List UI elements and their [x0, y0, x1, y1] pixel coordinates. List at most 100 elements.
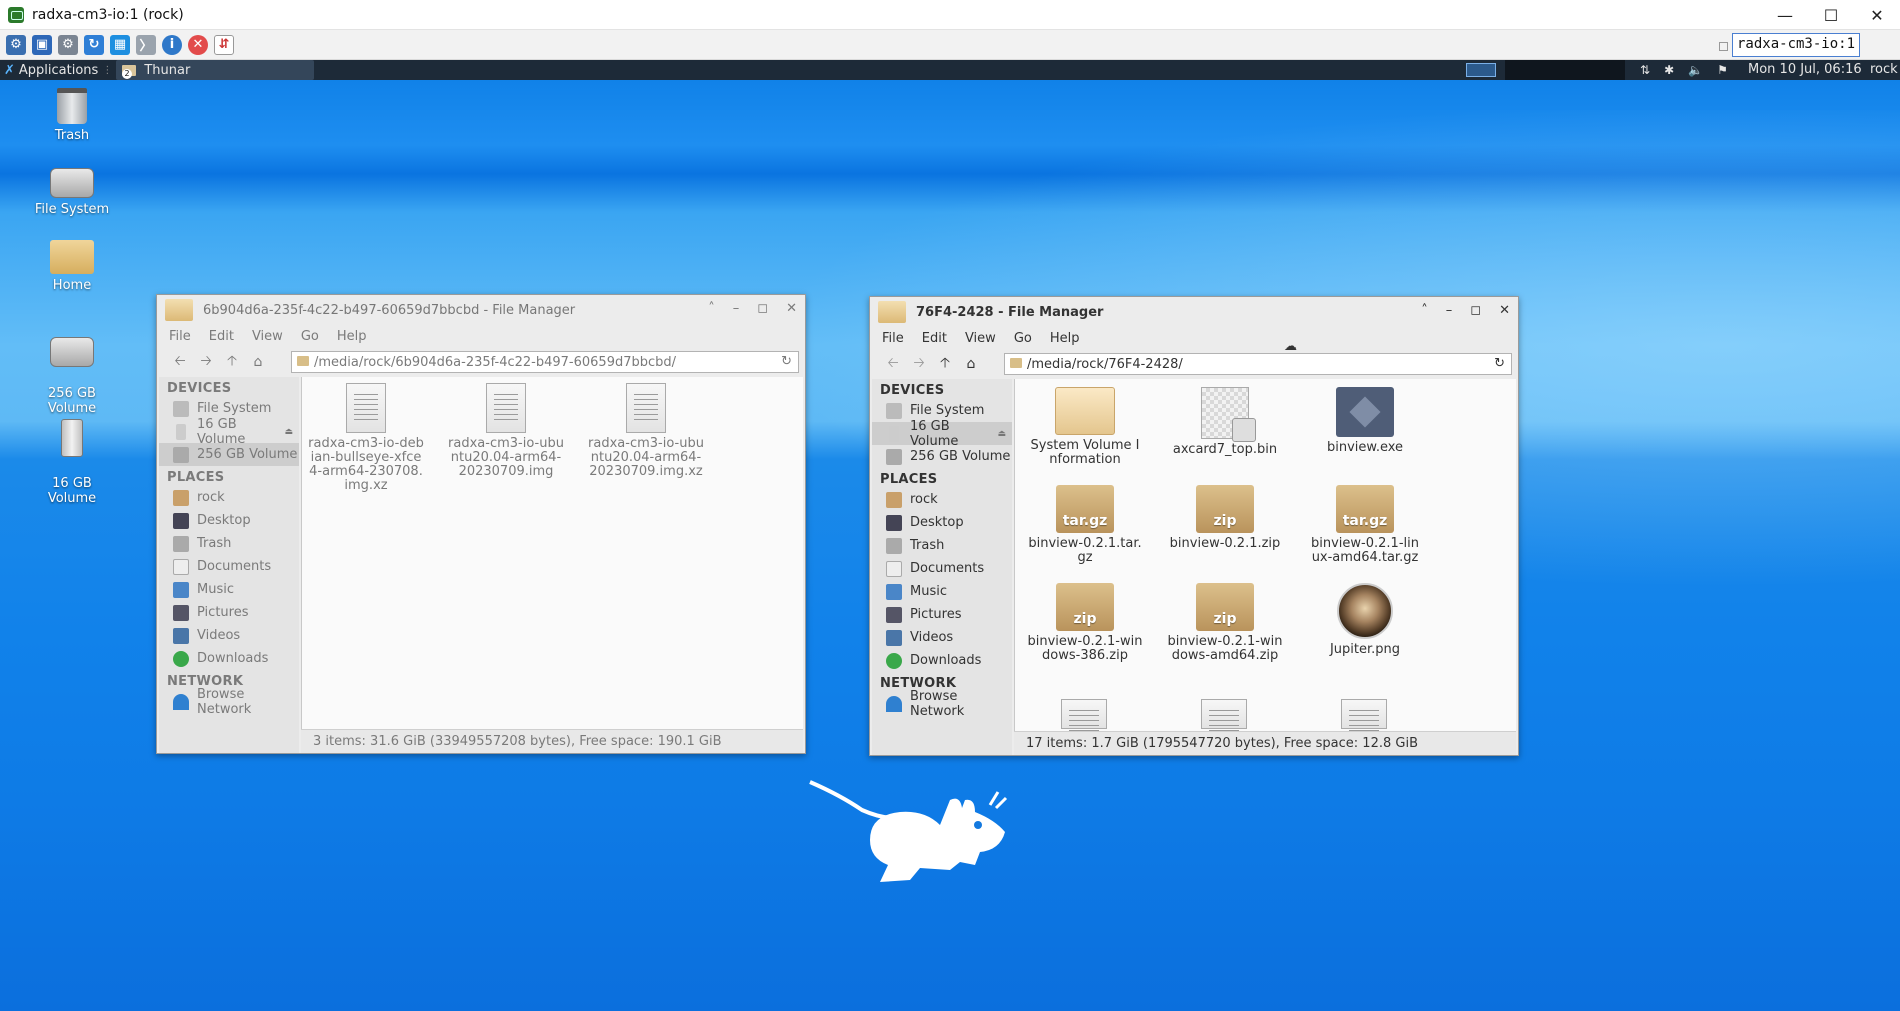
sidebar-item-16gb-volume[interactable]: 16 GB Volume ⏏ — [872, 419, 1012, 449]
file-item[interactable]: axcard7_top.bin — [1167, 387, 1283, 457]
bluetooth-icon[interactable]: ✱ — [1664, 63, 1674, 77]
eject-icon[interactable]: ⏏ — [997, 429, 1006, 439]
menu-view[interactable]: View — [965, 331, 996, 346]
desktop-icon-trash[interactable]: Trash — [27, 88, 117, 143]
close-button[interactable]: ✕ — [1854, 0, 1900, 30]
file-manager-window[interactable]: 6b904d6a-235f-4c22-b497-60659d7bbcbd - F… — [156, 294, 806, 754]
file-item[interactable]: radxa-cm3-io-ubuntu20.04-arm64-20230709.… — [588, 383, 704, 479]
back-icon[interactable]: 🡠 — [880, 352, 906, 376]
sidebar-item-documents[interactable]: Documents — [159, 555, 299, 578]
file-item[interactable]: System Volume Information — [1027, 387, 1143, 467]
sidebar-item-documents[interactable]: Documents — [872, 557, 1012, 580]
panel-user[interactable]: rock — [1870, 62, 1898, 77]
home-icon[interactable]: ⌂ — [245, 354, 271, 370]
file-item[interactable]: Jupiter.png — [1307, 583, 1423, 657]
shade-button[interactable]: ˄ — [708, 301, 715, 316]
eject-icon[interactable]: ⏏ — [284, 427, 293, 437]
menu-help[interactable]: Help — [337, 329, 367, 344]
menu-file[interactable]: File — [169, 329, 191, 344]
sidebar-item-trash[interactable]: Trash — [872, 534, 1012, 557]
menu-view[interactable]: View — [252, 329, 283, 344]
sidebar-item-16gb-volume[interactable]: 16 GB Volume ⏏ — [159, 417, 299, 447]
file-item[interactable]: tar.gz binview-0.2.1-linux-amd64.tar.gz — [1307, 485, 1423, 565]
sidebar-item-desktop[interactable]: Desktop — [159, 509, 299, 532]
menu-file[interactable]: File — [882, 331, 904, 346]
back-icon[interactable]: 🡠 — [167, 350, 193, 374]
sidebar-item-videos[interactable]: Videos — [872, 626, 1012, 649]
menu-edit[interactable]: Edit — [922, 331, 947, 346]
minimize-button[interactable]: — — [1762, 0, 1808, 30]
file-view[interactable]: radxa-cm3-io-debian-bullseye-xfce4-arm64… — [301, 377, 803, 729]
sidebar-item-downloads[interactable]: Downloads — [872, 649, 1012, 672]
transfer-icon[interactable]: ⇵ — [214, 34, 234, 55]
minimize-button[interactable]: – — [1446, 303, 1453, 318]
sidebar-item-rock[interactable]: rock — [872, 488, 1012, 511]
close-button[interactable]: ✕ — [1499, 303, 1510, 318]
up-icon[interactable]: 🡡 — [219, 350, 245, 374]
window-titlebar[interactable]: 76F4-2428 - File Manager ˄ – ◻ ✕ — [870, 297, 1518, 327]
sidebar-item-256gb-volume[interactable]: 256 GB Volume — [872, 445, 1012, 468]
forward-icon[interactable]: 🡢 — [193, 350, 219, 374]
shade-button[interactable]: ˄ — [1421, 303, 1428, 318]
file-item[interactable]: radxa-cm3-io-ubuntu20.04-arm64-20230709.… — [448, 383, 564, 479]
file-item[interactable]: zip binview-0.2.1-windows-amd64.zip — [1167, 583, 1283, 663]
menu-help[interactable]: Help — [1050, 331, 1080, 346]
taskbar-thunar-button[interactable]: Thunar — [116, 60, 315, 80]
options-icon[interactable]: ⚙ — [6, 34, 26, 55]
minimize-button[interactable]: – — [733, 301, 740, 316]
sidebar-item-browse-network[interactable]: Browse Network — [159, 687, 299, 717]
reload-icon[interactable]: ↻ — [1494, 356, 1505, 371]
menu-edit[interactable]: Edit — [209, 329, 234, 344]
forward-icon[interactable]: 🡢 — [906, 352, 932, 376]
windows-key-icon[interactable]: ▦ — [110, 34, 130, 55]
up-icon[interactable]: 🡡 — [932, 352, 958, 376]
location-bar[interactable]: /media/rock/76F4-2428/ ↻ — [1004, 353, 1512, 375]
fullscreen-icon[interactable]: ▣ — [32, 34, 52, 55]
home-icon[interactable]: ⌂ — [958, 356, 984, 372]
sidebar-item-music[interactable]: Music — [159, 578, 299, 601]
refresh-icon[interactable]: ↻ — [84, 34, 104, 55]
menu-go[interactable]: Go — [1014, 331, 1032, 346]
info-icon[interactable]: i — [162, 34, 182, 55]
desktop-icon-home[interactable]: Home — [27, 240, 117, 293]
disconnect-icon[interactable]: ✕ — [188, 34, 208, 55]
reload-icon[interactable]: ↻ — [781, 354, 792, 369]
notification-icon[interactable]: ⚑ — [1717, 63, 1728, 77]
maximize-button[interactable]: ◻ — [757, 301, 768, 316]
volume-icon[interactable]: 🔈 — [1688, 63, 1703, 77]
ctrl-alt-del-icon[interactable]: 〉 — [136, 34, 156, 55]
network-icon[interactable]: ⇅ — [1640, 63, 1650, 77]
sidebar-item-256gb-volume[interactable]: 256 GB Volume — [159, 443, 299, 466]
sidebar-item-pictures[interactable]: Pictures — [872, 603, 1012, 626]
applications-menu[interactable]: ✗ Applications ⋮ — [0, 60, 112, 80]
file-item[interactable]: tar.gz binview-0.2.1.tar.gz — [1027, 485, 1143, 565]
settings-icon[interactable]: ⚙ — [58, 34, 78, 55]
window-titlebar[interactable]: 6b904d6a-235f-4c22-b497-60659d7bbcbd - F… — [157, 295, 805, 325]
close-button[interactable]: ✕ — [786, 301, 797, 316]
file-item[interactable]: zip binview-0.2.1-windows-386.zip — [1027, 583, 1143, 663]
file-view[interactable]: System Volume Information axcard7_top.bi… — [1014, 379, 1516, 731]
sidebar-item-music[interactable]: Music — [872, 580, 1012, 603]
file-item[interactable]: binview.exe — [1307, 387, 1423, 455]
vnc-host-field[interactable]: radxa-cm3-io:1 — [1732, 33, 1860, 57]
file-manager-window[interactable]: 76F4-2428 - File Manager ˄ – ◻ ✕ File Ed… — [869, 296, 1519, 756]
maximize-button[interactable]: ◻ — [1470, 303, 1481, 318]
location-bar[interactable]: /media/rock/6b904d6a-235f-4c22-b497-6065… — [291, 351, 799, 373]
sidebar-item-desktop[interactable]: Desktop — [872, 511, 1012, 534]
desktop-icon-16gb-volume[interactable]: 16 GB Volume — [27, 404, 117, 521]
file-item[interactable]: zip binview-0.2.1.zip — [1167, 485, 1283, 551]
panel-clock[interactable]: Mon 10 Jul, 06:16 — [1748, 62, 1862, 77]
desktop-icon-file-system[interactable]: File System — [27, 168, 117, 217]
sidebar-item-downloads[interactable]: Downloads — [159, 647, 299, 670]
sidebar-item-trash[interactable]: Trash — [159, 532, 299, 555]
sidebar-item-pictures[interactable]: Pictures — [159, 601, 299, 624]
drive-icon — [173, 446, 189, 463]
sidebar-item-rock[interactable]: rock — [159, 486, 299, 509]
archive-icon: zip — [1056, 583, 1114, 631]
sidebar-item-videos[interactable]: Videos — [159, 624, 299, 647]
maximize-button[interactable]: ☐ — [1808, 0, 1854, 30]
menu-go[interactable]: Go — [301, 329, 319, 344]
file-item[interactable]: radxa-cm3-io-debian-bullseye-xfce4-arm64… — [308, 383, 424, 493]
sidebar-item-browse-network[interactable]: Browse Network — [872, 689, 1012, 719]
workspace-switcher[interactable] — [1466, 63, 1496, 77]
